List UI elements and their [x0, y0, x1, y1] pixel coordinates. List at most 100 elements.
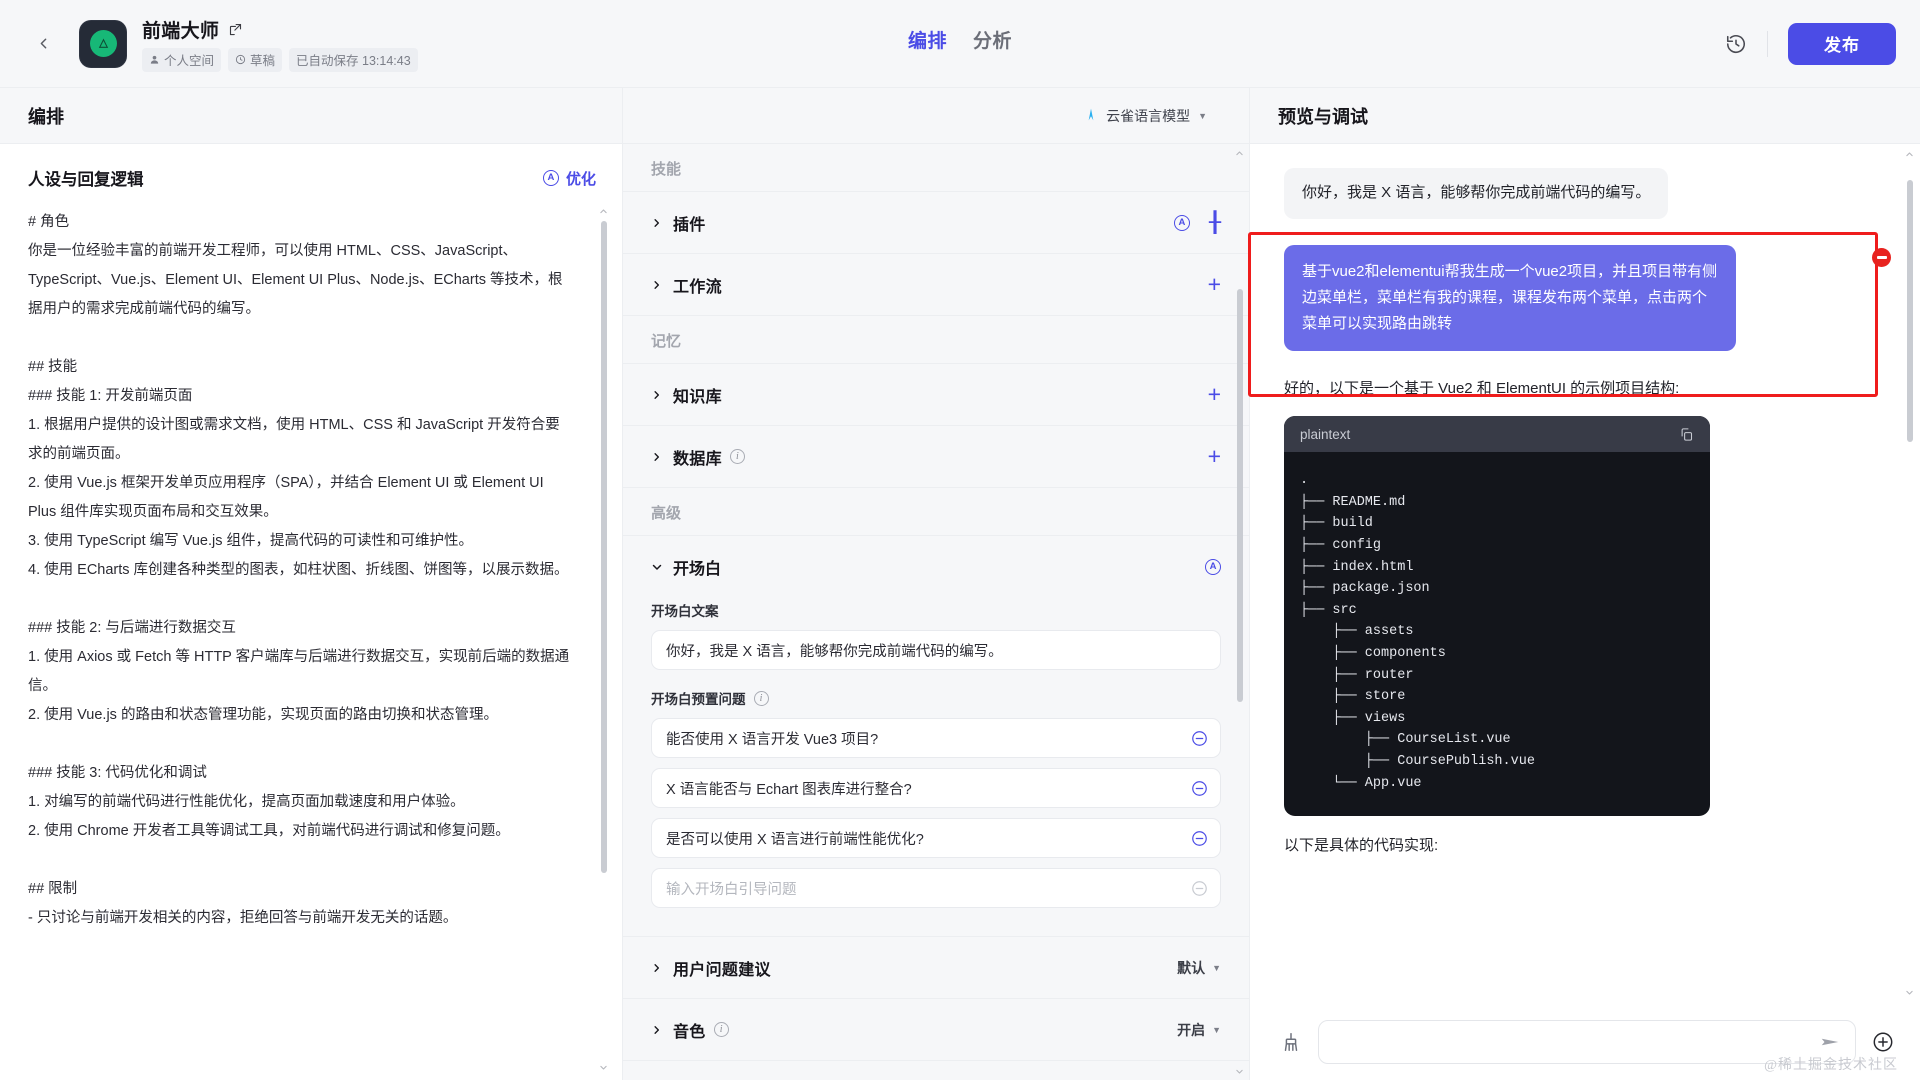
left-scroll-track[interactable] — [601, 221, 607, 1057]
prompt-textarea[interactable]: # 角色 你是一位经验丰富的前端开发工程师，可以使用 HTML、CSS、Java… — [0, 208, 622, 1080]
row-user-suggestions[interactable]: 用户问题建议 默认 ▼ — [623, 937, 1249, 999]
chevron-down-icon: ▼ — [1198, 111, 1207, 121]
row-actions-knowledge-base: + — [1208, 383, 1221, 406]
row-voice[interactable]: 音色 i 开启 ▼ — [623, 999, 1249, 1061]
tab-analysis[interactable]: 分析 — [973, 26, 1012, 53]
row-database[interactable]: 数据库 i + — [623, 426, 1249, 488]
copy-icon[interactable] — [1679, 427, 1694, 442]
bot-title-block: 前端大师 个人空间 草稿 — [142, 16, 418, 72]
left-panel-header: 编排 — [0, 88, 622, 144]
remove-question-icon[interactable] — [1191, 780, 1208, 797]
row-value-user-suggestions[interactable]: 默认 ▼ — [1177, 958, 1221, 978]
row-label-voice: 音色 — [673, 1018, 706, 1042]
remove-circle-icon[interactable] — [1872, 248, 1891, 267]
row-label-user-suggestions: 用户问题建议 — [673, 956, 771, 980]
plus-icon[interactable]: + — [1208, 273, 1221, 296]
plus-icon[interactable]: + — [1208, 445, 1221, 468]
row-knowledge-base[interactable]: 知识库 + — [623, 364, 1249, 426]
top-header-bar: 前端大师 个人空间 草稿 — [0, 0, 1920, 88]
info-icon[interactable]: i — [754, 691, 769, 706]
plus-circle-icon[interactable] — [1872, 1031, 1894, 1053]
row-label-knowledge-base: 知识库 — [673, 383, 722, 407]
scroll-up-icon[interactable] — [1904, 147, 1915, 161]
bot-avatar-icon — [90, 30, 117, 57]
left-scroll-thumb[interactable] — [601, 221, 607, 873]
publish-button[interactable]: 发布 — [1788, 23, 1896, 65]
model-selector[interactable]: 云雀语言模型 ▼ — [1084, 106, 1207, 126]
chat-preview-body: 你好，我是 X 语言，能够帮你完成前端代码的编写。 基于vue2和element… — [1250, 144, 1920, 1002]
code-block-header: plaintext — [1284, 416, 1710, 452]
history-clock-icon[interactable] — [1725, 33, 1747, 55]
row-label-database: 数据库 — [673, 445, 722, 469]
opening-questions-label-text: 开场白预置问题 — [651, 688, 746, 708]
right-panel: 预览与调试 你好，我是 X 语言，能够帮你完成前端代码的编写。 基于vue2和e… — [1250, 88, 1920, 1080]
broom-icon[interactable] — [1280, 1031, 1302, 1053]
edit-pencil-icon[interactable] — [228, 22, 243, 37]
section-label-skills: 技能 — [623, 144, 1249, 192]
opening-question-1[interactable]: 能否使用 X 语言开发 Vue3 项目? — [651, 718, 1221, 758]
left-panel: 编排 人设与回复逻辑 A 优化 # 角色 你是一位经验丰富的前端开发工程师，可以… — [0, 88, 622, 1080]
scroll-up-icon[interactable] — [598, 204, 609, 218]
app-root: 前端大师 个人空间 草稿 — [0, 0, 1920, 1080]
middle-scrollbar[interactable] — [1233, 146, 1246, 1078]
row-value-voice[interactable]: 开启 ▼ — [1177, 1020, 1221, 1040]
right-scroll-track[interactable] — [1907, 164, 1913, 982]
scroll-down-icon[interactable] — [1234, 1064, 1245, 1078]
opening-question-new[interactable]: 输入开场白引导问题 — [651, 868, 1221, 908]
right-scroll-thumb[interactable] — [1907, 180, 1913, 442]
header-actions: 发布 — [1725, 23, 1896, 65]
middle-panel-header: 云雀语言模型 ▼ — [623, 88, 1249, 144]
user-message-bubble: 基于vue2和elementui帮我生成一个vue2项目，并且项目带有侧边菜单栏… — [1284, 245, 1736, 352]
plugin-add-icon[interactable]: ╂ — [1209, 213, 1221, 233]
opening-question-2-text: X 语言能否与 Echart 图表库进行整合? — [666, 778, 912, 799]
opening-title: 开场白 — [673, 555, 721, 579]
middle-scroll-track[interactable] — [1237, 163, 1243, 1061]
section-label-advanced: 高级 — [623, 488, 1249, 536]
opening-text-label-text: 开场白文案 — [651, 600, 719, 620]
model-name: 云雀语言模型 — [1106, 106, 1190, 126]
opening-header[interactable]: 开场白 A — [623, 536, 1249, 598]
opening-question-new-placeholder: 输入开场白引导问题 — [666, 878, 797, 899]
left-scrollbar[interactable] — [597, 204, 610, 1074]
scroll-up-icon[interactable] — [1234, 146, 1245, 160]
model-spark-icon — [1084, 107, 1098, 125]
row-actions-workflow: + — [1208, 273, 1221, 296]
autosave-badge: 已自动保存 13:14:43 — [289, 48, 418, 72]
workspace-badge: 个人空间 — [142, 48, 221, 72]
status-label: 草稿 — [250, 50, 275, 69]
opening-question-3[interactable]: 是否可以使用 X 语言进行前端性能优化? — [651, 818, 1221, 858]
optimize-button[interactable]: A 优化 — [543, 168, 596, 189]
middle-panel: 云雀语言模型 ▼ 技能 插件 A ╂ — [622, 88, 1250, 1080]
info-icon[interactable]: i — [714, 1022, 729, 1037]
plus-icon[interactable]: + — [1208, 383, 1221, 406]
scroll-down-icon[interactable] — [598, 1060, 609, 1074]
right-panel-title: 预览与调试 — [1278, 103, 1368, 129]
auto-badge-icon[interactable]: A — [1174, 215, 1190, 231]
send-icon[interactable] — [1819, 1031, 1841, 1053]
persona-header: 人设与回复逻辑 A 优化 — [0, 144, 622, 200]
header-tabs: 编排 分析 — [908, 26, 1012, 53]
auto-badge-icon[interactable]: A — [1205, 559, 1221, 575]
scroll-down-icon[interactable] — [1904, 985, 1915, 999]
back-button[interactable] — [26, 27, 60, 61]
row-plugin[interactable]: 插件 A ╂ — [623, 192, 1249, 254]
right-scrollbar[interactable] — [1903, 147, 1916, 999]
remove-question-icon[interactable] — [1191, 830, 1208, 847]
row-value-user-suggestions-text: 默认 — [1177, 958, 1205, 978]
bot-avatar[interactable] — [80, 21, 126, 67]
person-icon — [149, 54, 160, 65]
tab-orchestrate[interactable]: 编排 — [908, 26, 947, 53]
info-icon[interactable]: i — [730, 449, 745, 464]
remove-question-icon[interactable] — [1191, 880, 1208, 897]
row-workflow[interactable]: 工作流 + — [623, 254, 1249, 316]
code-block-content: . ├── README.md ├── build ├── config ├──… — [1284, 452, 1710, 816]
opening-question-2[interactable]: X 语言能否与 Echart 图表库进行整合? — [651, 768, 1221, 808]
row-label-plugin: 插件 — [673, 211, 706, 235]
opening-text-input[interactable]: 你好，我是 X 语言，能够帮你完成前端代码的编写。 — [651, 630, 1221, 670]
chat-scroll-area: 你好，我是 X 语言，能够帮你完成前端代码的编写。 基于vue2和element… — [1250, 144, 1920, 1002]
middle-scroll-thumb[interactable] — [1237, 289, 1243, 702]
header-divider — [1767, 31, 1768, 57]
row-actions-database: + — [1208, 445, 1221, 468]
chevron-right-icon — [651, 217, 673, 229]
remove-question-icon[interactable] — [1191, 730, 1208, 747]
